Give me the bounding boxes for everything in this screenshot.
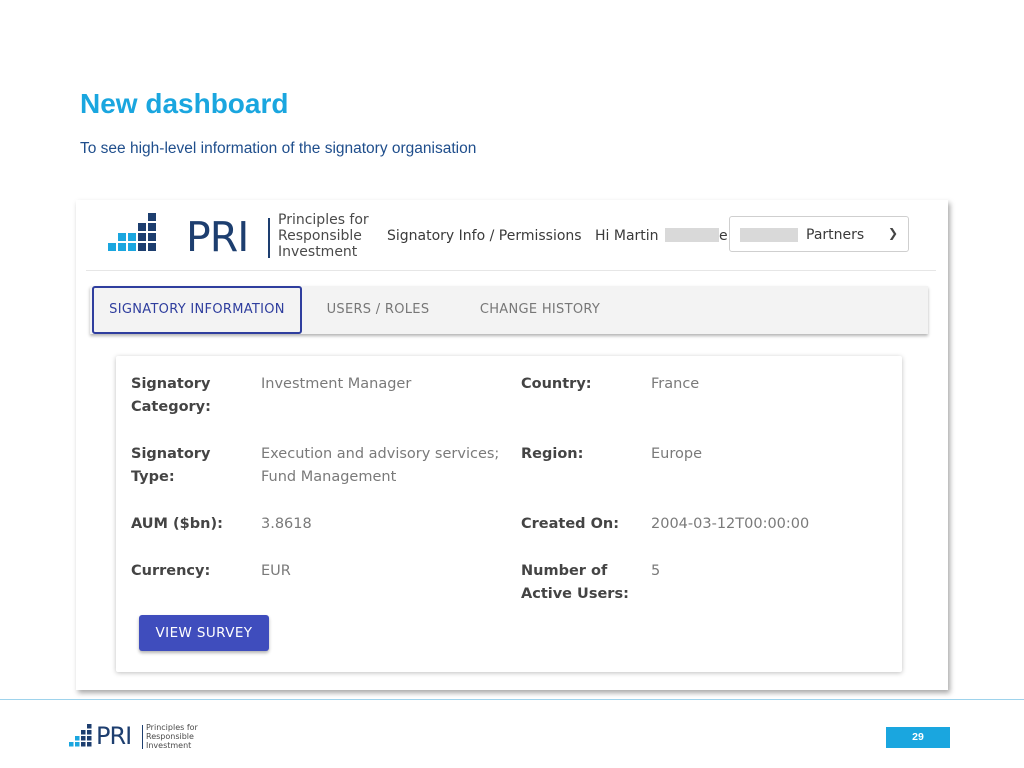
tagline-line-1: Principles for <box>278 212 369 228</box>
page-number: 29 <box>886 727 950 748</box>
created-on-value: 2004-03-12T00:00:00 <box>651 516 810 532</box>
chevron-down-icon: ❯ <box>887 226 898 240</box>
slide-subtitle: To see high-level information of the sig… <box>80 140 477 157</box>
footer-divider <box>0 699 1024 700</box>
currency-value: EUR <box>261 563 291 579</box>
pri-wordmark: PRI <box>186 213 249 261</box>
active-users-value: 5 <box>651 563 661 579</box>
tab-signatory-information[interactable]: SIGNATORY INFORMATION <box>92 286 302 334</box>
organisation-select[interactable]: Partners ❯ <box>729 216 909 252</box>
created-on-label: Created On: <box>521 516 620 532</box>
value-line: Fund Management <box>261 469 397 485</box>
label-line: Signatory <box>131 376 211 392</box>
label-line: Active Users: <box>521 586 629 602</box>
active-users-label: Number of Active Users: <box>521 560 629 606</box>
view-survey-button[interactable]: VIEW SURVEY <box>139 615 269 651</box>
slide-title: New dashboard <box>80 88 289 119</box>
user-greeting: Hi Martin e <box>595 228 728 244</box>
tagline-line-2: Responsible <box>278 228 362 244</box>
label-line: Category: <box>131 399 211 415</box>
pri-tagline: Principles for Responsible Investment <box>278 212 388 260</box>
footer-pri-tagline: Principles for Responsible Investment <box>146 723 198 750</box>
organisation-select-value: Partners <box>806 227 865 243</box>
signatory-type-label: Signatory Type: <box>131 443 210 489</box>
header-divider <box>86 270 936 271</box>
currency-label: Currency: <box>131 563 211 579</box>
greeting-prefix: Hi Martin <box>595 228 659 244</box>
signatory-info-permissions-link[interactable]: Signatory Info / Permissions <box>387 228 582 244</box>
tab-users-roles[interactable]: USERS / ROLES <box>315 286 441 334</box>
label-line: Type: <box>131 469 175 485</box>
footer-logo-divider <box>142 725 143 749</box>
aum-value: 3.8618 <box>261 516 312 532</box>
country-label: Country: <box>521 376 592 392</box>
region-value: Europe <box>651 446 702 462</box>
signatory-type-value: Execution and advisory services; Fund Ma… <box>261 443 499 489</box>
tab-bar: SIGNATORY INFORMATION USERS / ROLES CHAN… <box>90 286 928 334</box>
greeting-suffix: e <box>719 228 728 244</box>
pri-bars-icon <box>69 724 92 747</box>
signatory-info-card: Signatory Category: Investment Manager S… <box>116 356 902 672</box>
pri-bars-icon <box>108 213 156 251</box>
signatory-category-label: Signatory Category: <box>131 373 211 419</box>
value-line: Execution and advisory services; <box>261 446 500 462</box>
tagline-line-2: Responsible <box>146 732 194 741</box>
country-value: France <box>651 376 700 392</box>
footer-pri-logo: PRI Principles for Responsible Investmen… <box>68 722 208 752</box>
dashboard-screenshot: PRI Principles for Responsible Investmen… <box>76 200 948 690</box>
redacted-org-name <box>740 228 798 242</box>
label-line: Number of <box>521 563 608 579</box>
signatory-category-value: Investment Manager <box>261 376 412 392</box>
tagline-line-3: Investment <box>146 741 192 750</box>
redacted-surname <box>665 228 719 242</box>
tab-change-history[interactable]: CHANGE HISTORY <box>470 286 610 334</box>
tagline-line-3: Investment <box>278 244 358 260</box>
tagline-line-1: Principles for <box>146 723 198 732</box>
region-label: Region: <box>521 446 584 462</box>
pri-logo[interactable]: PRI Principles for Responsible Investmen… <box>106 212 369 262</box>
aum-label: AUM ($bn): <box>131 516 223 532</box>
label-line: Signatory <box>131 446 211 462</box>
app-header: PRI Principles for Responsible Investmen… <box>76 200 948 270</box>
footer-pri-wordmark: PRI <box>96 722 132 750</box>
logo-divider <box>268 218 270 258</box>
